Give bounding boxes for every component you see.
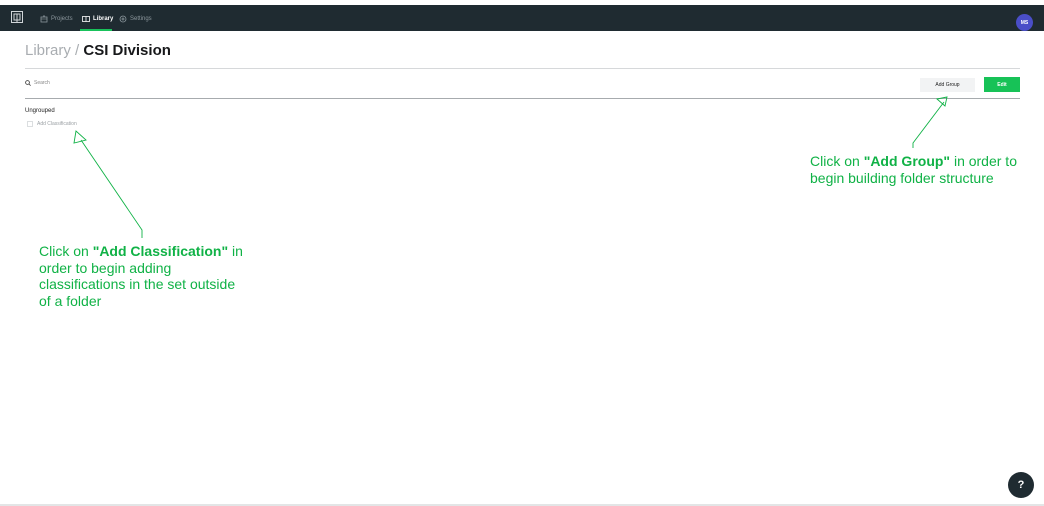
help-button[interactable]: ? xyxy=(1008,472,1034,498)
library-icon xyxy=(82,16,90,22)
add-classification-button[interactable]: Add Classification xyxy=(27,121,77,127)
add-group-callout: Click on "Add Group" in order to begin b… xyxy=(806,150,1023,208)
projects-icon xyxy=(40,15,48,23)
nav-label-projects: Projects xyxy=(51,16,73,22)
gear-icon xyxy=(119,15,127,23)
add-group-button[interactable]: Add Group xyxy=(920,78,975,92)
add-group-arrow xyxy=(912,96,948,148)
nav-item-library[interactable]: Library xyxy=(82,12,113,26)
user-avatar[interactable]: MS xyxy=(1016,14,1033,31)
search-bar xyxy=(25,80,234,86)
nav-item-projects[interactable]: Projects xyxy=(40,12,73,26)
title-divider xyxy=(25,68,1020,69)
nav-label-library: Library xyxy=(93,16,114,22)
active-tab-indicator xyxy=(80,29,112,31)
breadcrumb-library-link[interactable]: Library xyxy=(25,42,71,59)
nav-item-settings[interactable]: Settings xyxy=(119,12,152,26)
add-classification-callout: Click on "Add Classification" in order t… xyxy=(35,240,253,315)
breadcrumb: Library / CSI Division xyxy=(25,42,171,59)
search-icon xyxy=(25,80,31,86)
add-group-callout-emphasis: "Add Group" xyxy=(863,153,951,169)
add-classification-callout-emphasis: "Add Classification" xyxy=(92,243,229,259)
search-divider xyxy=(25,98,1020,99)
nav-label-settings: Settings xyxy=(130,16,152,22)
search-input[interactable] xyxy=(34,80,234,86)
logo-icon[interactable] xyxy=(11,11,23,23)
add-classification-arrow xyxy=(73,130,143,238)
add-classification-callout-prefix: Click on xyxy=(39,243,93,259)
top-nav-bar: Projects Library Settings MS xyxy=(0,5,1044,31)
breadcrumb-separator: / xyxy=(75,42,80,59)
ungrouped-section-label: Ungrouped xyxy=(25,108,55,114)
add-classification-label: Add Classification xyxy=(37,121,77,127)
avatar-initials: MS xyxy=(1020,19,1029,26)
edit-button[interactable]: Edit xyxy=(984,77,1020,92)
page-title: CSI Division xyxy=(83,42,171,59)
add-group-callout-prefix: Click on xyxy=(810,153,864,169)
add-checkbox-icon xyxy=(27,121,33,127)
